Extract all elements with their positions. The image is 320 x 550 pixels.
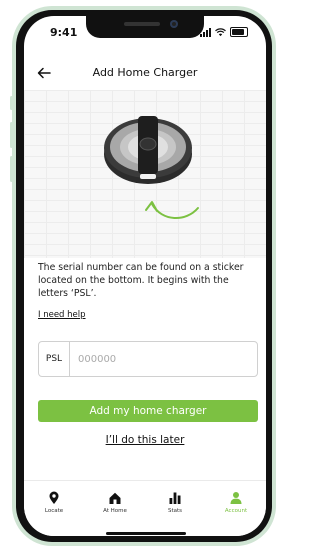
tab-label: At Home (103, 508, 127, 514)
home-icon (109, 492, 121, 504)
tab-label: Stats (167, 508, 183, 514)
status-icons (200, 27, 248, 37)
tab-at-home[interactable]: At Home (85, 491, 145, 514)
phone-volume-up (10, 122, 13, 148)
location-pin-icon (49, 491, 59, 504)
serial-number-input[interactable] (76, 352, 257, 366)
curved-arrow-icon (145, 201, 199, 219)
header: Add Home Charger (24, 62, 266, 86)
charger-illustration (24, 90, 266, 258)
phone-side-button (10, 96, 13, 110)
wifi-icon (215, 28, 226, 37)
app-screen: 9:41 Add Home Charger The serial number … (24, 16, 266, 536)
speaker (124, 22, 160, 26)
front-camera (170, 20, 178, 28)
instructions-text: The serial number can be found on a stic… (38, 262, 244, 299)
tab-label: Locate (44, 508, 64, 514)
serial-number-field: PSL (38, 341, 258, 377)
home-indicator[interactable] (106, 532, 186, 535)
signal-icon (200, 28, 211, 37)
person-icon (230, 492, 242, 504)
home-charger-device-image (104, 116, 192, 184)
battery-icon (230, 27, 248, 37)
need-help-link[interactable]: I need help (38, 310, 86, 320)
tab-stats[interactable]: Stats (145, 491, 205, 514)
bar-chart-icon (169, 492, 181, 504)
serial-prefix: PSL (39, 342, 70, 376)
tab-account[interactable]: Account (206, 491, 266, 514)
page-title: Add Home Charger (92, 66, 198, 79)
tab-locate[interactable]: Locate (24, 491, 84, 514)
phone-volume-down (10, 156, 13, 182)
status-time: 9:41 (50, 26, 78, 39)
bottom-tab-bar: Locate At Home Stats Account (24, 480, 266, 536)
do-this-later-link[interactable]: I’ll do this later (24, 434, 266, 446)
tab-label: Account (224, 508, 248, 514)
add-home-charger-button[interactable]: Add my home charger (38, 400, 258, 422)
notch (86, 16, 204, 38)
